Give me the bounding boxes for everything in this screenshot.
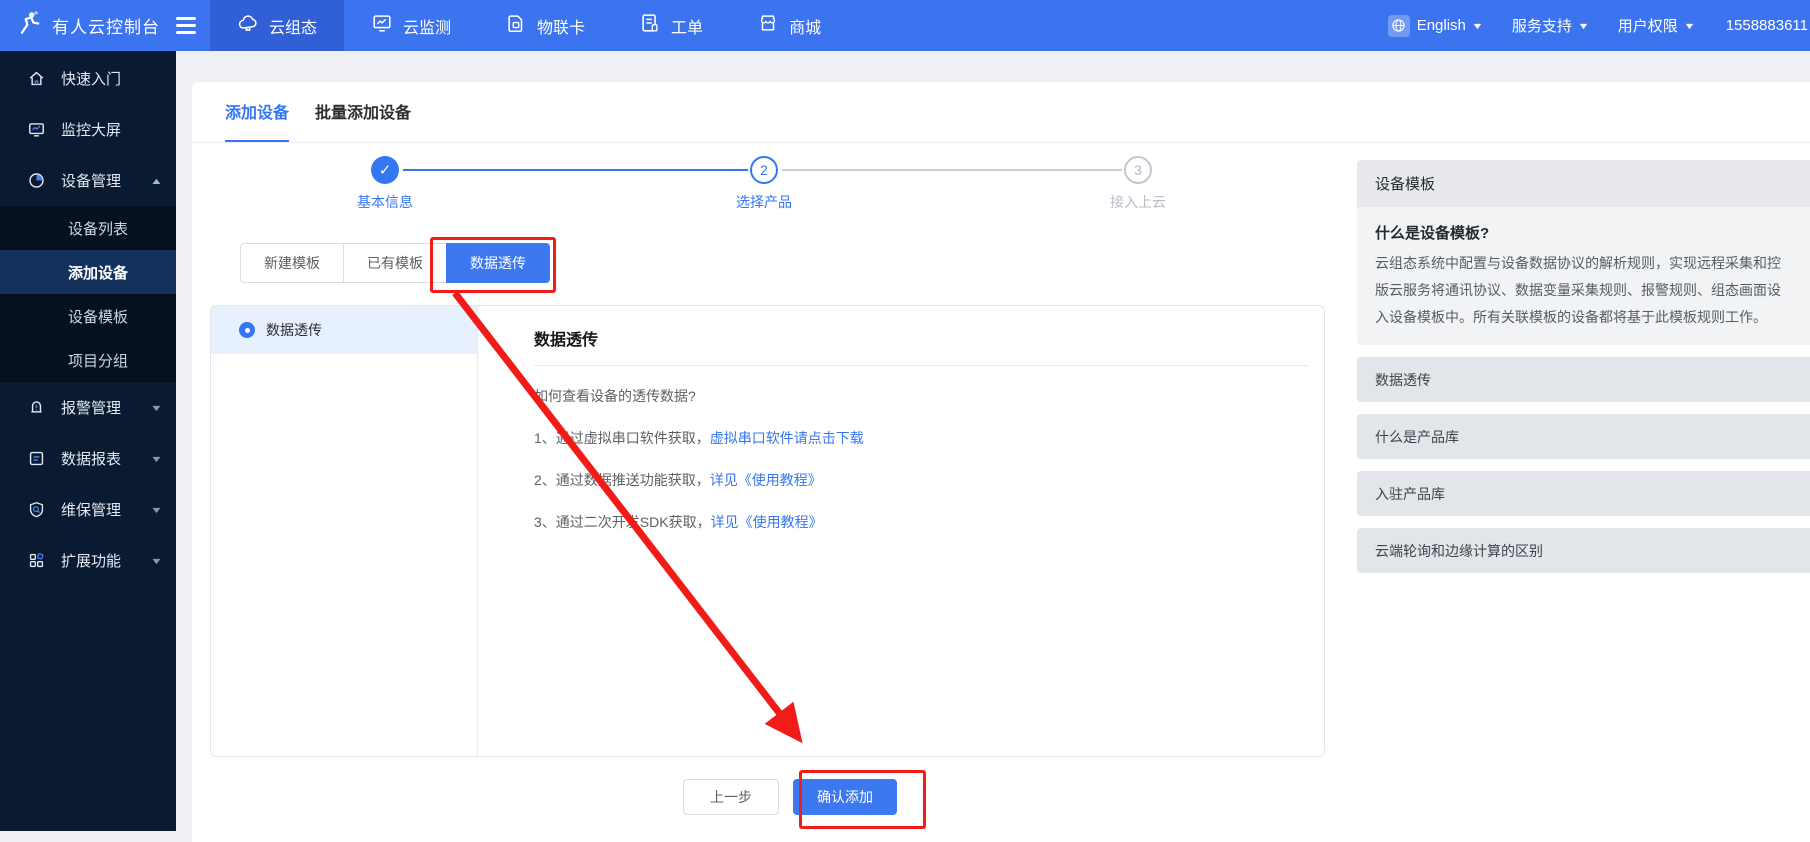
topnav-item-cloud-monitor[interactable]: 云监测 bbox=[344, 0, 478, 51]
device-manage-icon bbox=[27, 171, 46, 190]
sidebar-item-extensions[interactable]: 扩展功能 ▼ bbox=[0, 535, 176, 586]
language-selector[interactable]: English ▼ bbox=[1388, 15, 1482, 37]
help-text-line: 云组态系统中配置与设备数据协议的解析规则，实现远程采集和控 bbox=[1375, 250, 1810, 277]
sidebar-item-maintenance-manage[interactable]: 维保管理 ▼ bbox=[0, 484, 176, 535]
topnav-item-iot-sim[interactable]: 物联卡 bbox=[478, 0, 612, 51]
radio-selected-icon[interactable] bbox=[239, 322, 255, 338]
sidebar-item-project-group[interactable]: 项目分组 bbox=[0, 338, 176, 382]
sidebar: 快速入门 监控大屏 设备管理 ▲ 设备列表 添加设备 设备模板 项目分组 报警管… bbox=[0, 51, 176, 831]
help-text-line: 入设备模板中。所有关联模板的设备都将基于此模板规则工作。 bbox=[1375, 304, 1810, 331]
help-text-line: 版云服务将通讯协议、数据变量采集规则、报警规则、组态画面设 bbox=[1375, 277, 1810, 304]
instruction-line-2: 2、通过数据推送功能获取，详见《使用教程》 bbox=[534, 470, 1324, 490]
panel-question: 如何查看设备的透传数据? bbox=[534, 386, 1324, 406]
globe-icon bbox=[1388, 15, 1410, 37]
chevron-down-icon: ▼ bbox=[1471, 21, 1483, 31]
chevron-up-icon: ▲ bbox=[150, 176, 163, 186]
option-data-passthrough[interactable]: 数据透传 bbox=[211, 306, 477, 354]
tutorial-link-sdk[interactable]: 详见《使用教程》 bbox=[711, 514, 823, 530]
sidebar-item-data-report[interactable]: 数据报表 ▼ bbox=[0, 433, 176, 484]
chevron-down-icon: ▼ bbox=[150, 556, 163, 566]
passthrough-detail-panel: 数据透传 如何查看设备的透传数据? 1、通过虚拟串口软件获取，虚拟串口软件请点击… bbox=[478, 306, 1324, 756]
help-section-title: 什么是设备模板? bbox=[1375, 222, 1810, 243]
tutorial-link-data-push[interactable]: 详见《使用教程》 bbox=[710, 472, 822, 488]
topnav-item-store[interactable]: 商城 bbox=[730, 0, 848, 51]
big-screen-icon bbox=[27, 120, 46, 139]
step-basic-info: ✓ 基本信息 bbox=[315, 156, 455, 212]
language-label: English bbox=[1417, 17, 1466, 34]
chevron-down-icon: ▼ bbox=[150, 454, 163, 464]
chevron-down-icon: ▼ bbox=[150, 403, 163, 413]
page-tabs: 添加设备 批量添加设备 bbox=[192, 82, 1810, 143]
help-row-cloud-polling-vs-edge[interactable]: 云端轮询和边缘计算的区别 bbox=[1357, 528, 1810, 573]
help-row-join-product-library[interactable]: 入驻产品库 bbox=[1357, 471, 1810, 516]
passthrough-content-box: 数据透传 数据透传 如何查看设备的透传数据? 1、通过虚拟串口软件获取，虚拟串口… bbox=[210, 305, 1325, 757]
chevron-down-icon: ▼ bbox=[1683, 21, 1695, 31]
sim-card-icon bbox=[505, 12, 527, 39]
panel-heading: 数据透传 bbox=[534, 326, 1324, 350]
heading-divider bbox=[534, 365, 1309, 366]
sidebar-item-big-screen[interactable]: 监控大屏 bbox=[0, 104, 176, 155]
report-icon bbox=[27, 449, 46, 468]
menu-toggle-icon[interactable] bbox=[176, 17, 196, 34]
sidebar-item-device-template[interactable]: 设备模板 bbox=[0, 294, 176, 338]
sidebar-item-device-list[interactable]: 设备列表 bbox=[0, 206, 176, 250]
app-title: 有人云控制台 bbox=[52, 13, 160, 38]
instruction-line-1: 1、通过虚拟串口软件获取，虚拟串口软件请点击下载 bbox=[534, 428, 1324, 448]
step-done-check-icon: ✓ bbox=[371, 156, 399, 184]
template-tab-data-passthrough[interactable]: 数据透传 bbox=[446, 243, 550, 283]
topnav-item-work-order[interactable]: 工单 bbox=[612, 0, 730, 51]
sidebar-item-add-device[interactable]: 添加设备 bbox=[0, 250, 176, 294]
tab-batch-add-device[interactable]: 批量添加设备 bbox=[315, 82, 411, 142]
confirm-add-button[interactable]: 确认添加 bbox=[793, 779, 897, 815]
chevron-down-icon: ▼ bbox=[150, 505, 163, 515]
topnav-item-cloud-scada[interactable]: 云组态 bbox=[210, 0, 344, 51]
topbar: 有人云控制台 云组态 云监测 物联卡 工单 商城 English ▼ bbox=[0, 0, 1810, 51]
account-phone-number[interactable]: 1558883611 bbox=[1726, 17, 1808, 34]
maintenance-shield-icon bbox=[27, 500, 46, 519]
template-tab-existing-template[interactable]: 已有模板 bbox=[343, 243, 447, 283]
logo-area[interactable]: 有人云控制台 bbox=[0, 0, 210, 51]
work-order-icon bbox=[639, 12, 661, 39]
step-select-product: 2 选择产品 bbox=[694, 156, 834, 212]
home-icon bbox=[27, 69, 46, 88]
help-header-device-template[interactable]: 设备模板 bbox=[1357, 160, 1810, 207]
tab-add-device[interactable]: 添加设备 bbox=[225, 82, 289, 142]
help-panel: 设备模板 什么是设备模板? 云组态系统中配置与设备数据协议的解析规则，实现远程采… bbox=[1357, 160, 1810, 573]
top-navigation: 云组态 云监测 物联卡 工单 商城 bbox=[210, 0, 848, 51]
main-content-card: 添加设备 批量添加设备 ✓ 基本信息 2 选择产品 3 接入上云 新建模板 已有… bbox=[192, 82, 1810, 842]
usr-person-logo-icon bbox=[16, 10, 42, 41]
device-manage-submenu: 设备列表 添加设备 设备模板 项目分组 bbox=[0, 206, 176, 382]
help-row-what-is-product-library[interactable]: 什么是产品库 bbox=[1357, 414, 1810, 459]
monitor-chart-icon bbox=[371, 12, 393, 39]
alarm-icon bbox=[27, 398, 46, 417]
template-tab-new-template[interactable]: 新建模板 bbox=[240, 243, 344, 283]
cloud-icon bbox=[237, 12, 259, 39]
download-virtual-serial-link[interactable]: 虚拟串口软件请点击下载 bbox=[710, 430, 864, 446]
sidebar-item-quick-start[interactable]: 快速入门 bbox=[0, 53, 176, 104]
option-list-panel: 数据透传 bbox=[211, 306, 478, 756]
store-icon bbox=[757, 12, 779, 39]
sidebar-item-device-manage[interactable]: 设备管理 ▲ bbox=[0, 155, 176, 206]
topbar-right: English ▼ 服务支持 ▼ 用户权限 ▼ 1558883611 bbox=[1372, 0, 1810, 51]
extension-grid-icon bbox=[27, 551, 46, 570]
step-connect-cloud: 3 接入上云 bbox=[1068, 156, 1208, 212]
chevron-down-icon: ▼ bbox=[1577, 21, 1589, 31]
sidebar-item-alarm-manage[interactable]: 报警管理 ▼ bbox=[0, 382, 176, 433]
service-support-menu[interactable]: 服务支持 ▼ bbox=[1512, 15, 1588, 36]
previous-step-button[interactable]: 上一步 bbox=[683, 779, 779, 815]
help-row-data-passthrough[interactable]: 数据透传 bbox=[1357, 357, 1810, 402]
instruction-line-3: 3、通过二次开发SDK获取，详见《使用教程》 bbox=[534, 512, 1324, 532]
help-section-what-is-template: 什么是设备模板? 云组态系统中配置与设备数据协议的解析规则，实现远程采集和控 版… bbox=[1357, 207, 1810, 345]
user-permission-menu[interactable]: 用户权限 ▼ bbox=[1618, 15, 1694, 36]
template-type-switcher: 新建模板 已有模板 数据透传 bbox=[240, 243, 550, 283]
